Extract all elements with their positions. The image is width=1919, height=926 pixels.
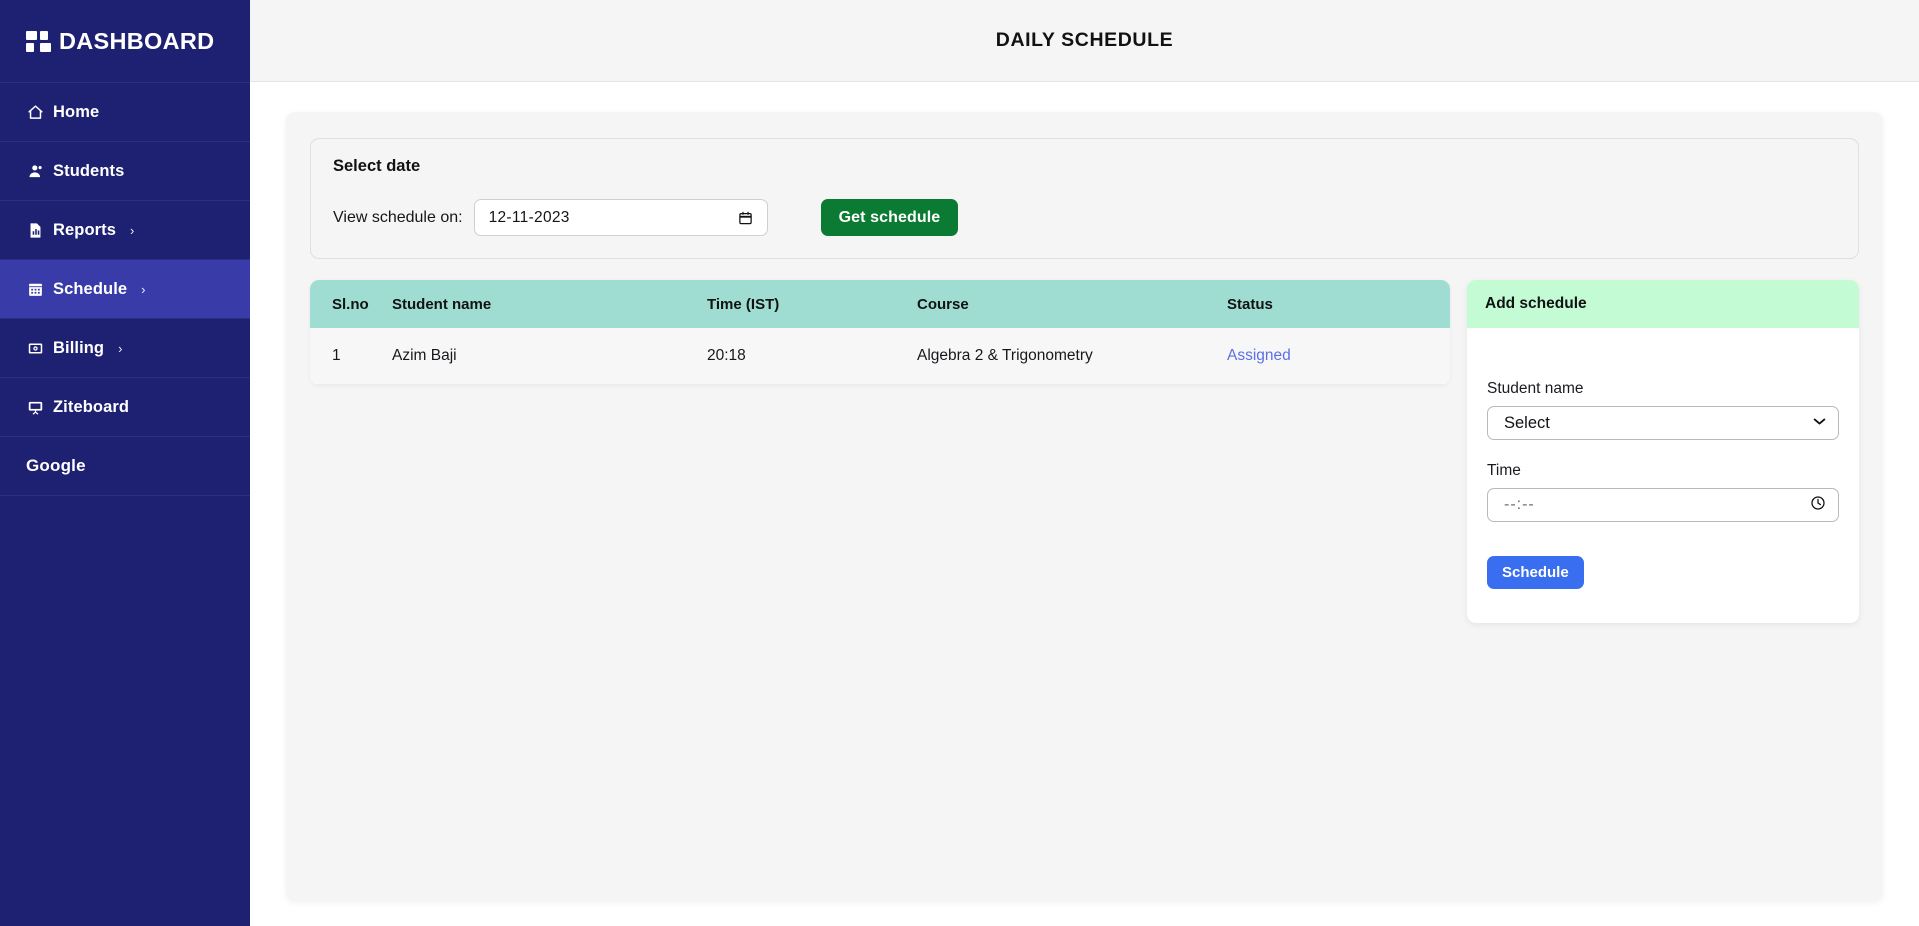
sidebar-item-label: Ziteboard <box>53 397 130 416</box>
add-schedule-card: Add schedule Student name Select Time --… <box>1467 280 1859 623</box>
table-body: 1 Azim Baji 20:18 Algebra 2 & Trigonomet… <box>310 328 1450 385</box>
cell-course: Algebra 2 & Trigonometry <box>917 328 1227 385</box>
column-header-student: Student name <box>392 280 707 328</box>
select-date-panel: Select date View schedule on: 12-11-2023 <box>310 138 1859 259</box>
date-input-value: 12-11-2023 <box>488 208 570 226</box>
chevron-down-icon <box>1813 417 1826 429</box>
select-date-row: View schedule on: 12-11-2023 Get schedul… <box>333 199 1836 236</box>
column-header-time: Time (IST) <box>707 280 917 328</box>
table-row: 1 Azim Baji 20:18 Algebra 2 & Trigonomet… <box>310 328 1450 385</box>
sidebar-item-label: Google <box>26 456 86 475</box>
schedule-table: Sl.no Student name Time (IST) Course Sta… <box>310 280 1450 385</box>
select-date-title: Select date <box>333 157 421 175</box>
report-icon <box>26 221 44 239</box>
schedule-lower-section: Sl.no Student name Time (IST) Course Sta… <box>310 280 1859 623</box>
cell-time: 20:18 <box>707 328 917 385</box>
add-schedule-title: Add schedule <box>1467 280 1859 328</box>
sidebar-item-billing[interactable]: Billing › <box>0 319 250 378</box>
whiteboard-icon <box>26 398 44 416</box>
chevron-right-icon: › <box>118 340 123 356</box>
app-root: DASHBOARD Home Students Reports › Schedu… <box>0 0 1919 926</box>
sidebar-nav: Home Students Reports › Schedule › Billi… <box>0 82 250 496</box>
student-name-label: Student name <box>1487 380 1584 397</box>
calendar-icon[interactable] <box>738 210 753 226</box>
student-name-select[interactable]: Select <box>1487 406 1839 440</box>
sidebar-item-ziteboard[interactable]: Ziteboard <box>0 378 250 437</box>
sidebar-item-google[interactable]: Google <box>0 437 250 496</box>
date-field-label: View schedule on: <box>333 208 463 226</box>
time-label: Time <box>1487 462 1521 479</box>
time-input[interactable]: --:-- <box>1487 488 1839 522</box>
sidebar-item-label: Home <box>53 102 100 121</box>
sidebar-item-students[interactable]: Students <box>0 142 250 201</box>
status-link[interactable]: Assigned <box>1227 347 1291 364</box>
cell-slno: 1 <box>310 328 392 385</box>
sidebar-item-label: Billing <box>53 338 105 357</box>
date-input[interactable]: 12-11-2023 <box>473 199 768 236</box>
chevron-right-icon: › <box>130 222 135 238</box>
sidebar-item-label: Schedule <box>53 279 128 298</box>
sidebar-item-home[interactable]: Home <box>0 83 250 142</box>
column-header-course: Course <box>917 280 1227 328</box>
column-header-status: Status <box>1227 280 1450 328</box>
grid-logo-icon <box>26 30 51 52</box>
user-icon <box>26 162 44 180</box>
billing-icon <box>26 339 44 357</box>
table-header-row: Sl.no Student name Time (IST) Course Sta… <box>310 280 1450 328</box>
main-area: DAILY SCHEDULE Select date View schedule… <box>250 0 1919 926</box>
sidebar-item-schedule[interactable]: Schedule › <box>0 260 250 319</box>
time-input-placeholder: --:-- <box>1504 496 1535 513</box>
cell-student: Azim Baji <box>392 328 707 385</box>
brand[interactable]: DASHBOARD <box>0 0 250 82</box>
field-spacer <box>1487 440 1839 462</box>
table-head: Sl.no Student name Time (IST) Course Sta… <box>310 280 1450 328</box>
brand-title: DASHBOARD <box>59 27 215 54</box>
column-header-slno: Sl.no <box>310 280 392 328</box>
content-card: Select date View schedule on: 12-11-2023 <box>286 112 1883 901</box>
sidebar: DASHBOARD Home Students Reports › Schedu… <box>0 0 250 926</box>
student-name-selected-value: Select <box>1504 413 1550 432</box>
content-wrapper: Select date View schedule on: 12-11-2023 <box>250 82 1919 926</box>
chevron-right-icon: › <box>141 281 146 297</box>
home-icon <box>26 103 44 121</box>
page-title: DAILY SCHEDULE <box>995 29 1174 51</box>
get-schedule-button[interactable]: Get schedule <box>820 199 959 236</box>
clock-icon[interactable] <box>1810 495 1826 516</box>
schedule-table-card: Sl.no Student name Time (IST) Course Sta… <box>310 280 1450 385</box>
schedule-submit-button[interactable]: Schedule <box>1487 556 1584 589</box>
calendar-icon <box>26 280 44 298</box>
top-header: DAILY SCHEDULE <box>250 0 1919 82</box>
date-field-group: View schedule on: 12-11-2023 <box>333 199 768 236</box>
sidebar-item-label: Students <box>53 161 125 180</box>
add-schedule-body: Student name Select Time --:-- Schedule <box>1467 328 1859 623</box>
sidebar-item-label: Reports <box>53 220 117 239</box>
sidebar-item-reports[interactable]: Reports › <box>0 201 250 260</box>
